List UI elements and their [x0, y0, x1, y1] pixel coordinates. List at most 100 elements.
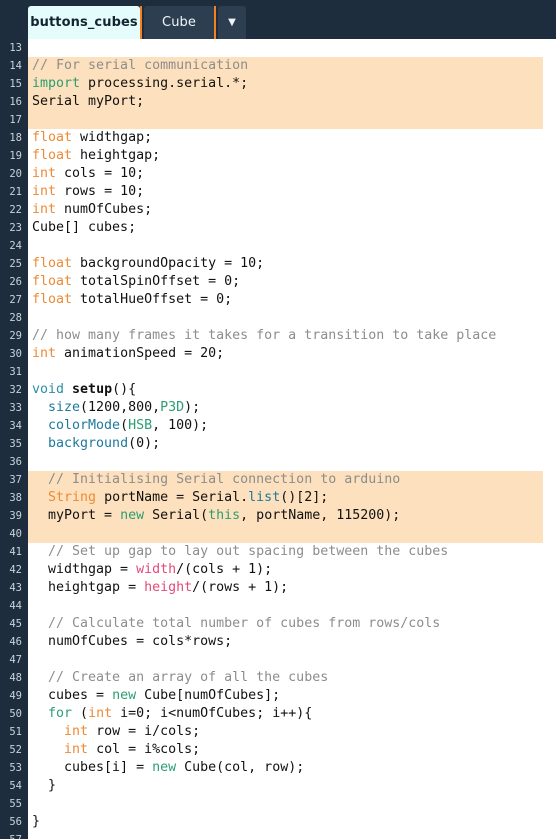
token-plain: cubes = — [32, 688, 113, 703]
code-line[interactable]: 41 // Set up gap to lay out spacing betw… — [0, 543, 556, 561]
code-text: float backgroundOpacity = 10; — [32, 255, 264, 273]
code-line[interactable]: 17 — [0, 111, 556, 129]
code-text: } — [32, 813, 40, 831]
code-line[interactable]: 45 // Calculate total number of cubes fr… — [0, 615, 556, 633]
token-com: // Calculate total number of cubes from … — [48, 616, 441, 631]
code-line[interactable]: 31 — [0, 363, 556, 381]
token-key: float — [32, 292, 73, 307]
token-key2: for — [48, 706, 73, 721]
code-line[interactable]: 24 — [0, 237, 556, 255]
token-plain: row = i/cols; — [88, 724, 201, 739]
line-number: 34 — [9, 420, 22, 432]
token-plain: , portName, 115200); — [240, 508, 401, 523]
code-line[interactable]: 35 background(0); — [0, 435, 556, 453]
code-line[interactable]: 34 colorMode(HSB, 100); — [0, 417, 556, 435]
token-plain: } — [32, 814, 41, 829]
code-line[interactable]: 19 float heightgap; — [0, 147, 556, 165]
token-key: int — [64, 724, 89, 739]
token-key2: new — [112, 688, 137, 703]
line-number: 35 — [9, 438, 22, 450]
code-line[interactable]: 26 float totalSpinOffset = 0; — [0, 273, 556, 291]
line-number: 47 — [9, 654, 22, 666]
tab-cube[interactable]: Cube — [144, 6, 214, 39]
code-text: cubes = new Cube[numOfCubes]; — [32, 687, 280, 705]
code-line[interactable]: 42 widthgap = width/(cols + 1); — [0, 561, 556, 579]
code-line[interactable]: 48 // Create an array of all the cubes — [0, 669, 556, 687]
code-text: int animationSpeed = 20; — [32, 345, 224, 363]
line-number: 56 — [9, 816, 22, 828]
line-number: 36 — [9, 456, 22, 468]
code-line[interactable]: 40 — [0, 525, 556, 543]
token-plain: totalHueOffset = 0; — [72, 292, 233, 307]
line-number: 29 — [9, 330, 22, 342]
code-line[interactable]: 27 float totalHueOffset = 0; — [0, 291, 556, 309]
code-line[interactable]: 52 int col = i%cols; — [0, 741, 556, 759]
code-line[interactable]: 32 void setup(){ — [0, 381, 556, 399]
token-key: int — [88, 706, 113, 721]
code-line[interactable]: 28 — [0, 309, 556, 327]
line-number: 22 — [9, 204, 22, 216]
code-line[interactable]: 16 Serial myPort; — [0, 93, 556, 111]
line-number: 20 — [9, 168, 22, 180]
code-line[interactable]: 54 } — [0, 777, 556, 795]
line-number: 26 — [9, 276, 22, 288]
code-line[interactable]: 50 for (int i=0; i<numOfCubes; i++){ — [0, 705, 556, 723]
code-line[interactable]: 44 — [0, 597, 556, 615]
code-line[interactable]: 13 — [0, 39, 556, 57]
line-number: 51 — [9, 726, 22, 738]
code-line[interactable]: 47 — [0, 651, 556, 669]
code-line[interactable]: 33 size(1200,800,P3D); — [0, 399, 556, 417]
code-line[interactable]: 23 Cube[] cubes; — [0, 219, 556, 237]
token-plain: i=0; i<numOfCubes; i++){ — [112, 706, 313, 721]
code-line[interactable]: 22 int numOfCubes; — [0, 201, 556, 219]
code-line[interactable]: 29 // how many frames it takes for a tran… — [0, 327, 556, 345]
line-number: 13 — [9, 42, 22, 54]
code-line[interactable]: 56} — [0, 813, 556, 831]
token-plain: totalSpinOffset = 0; — [72, 274, 241, 289]
code-line[interactable]: 36 — [0, 453, 556, 471]
code-line[interactable]: 43 heightgap = height/(rows + 1); — [0, 579, 556, 597]
code-text: heightgap = height/(rows + 1); — [32, 579, 288, 597]
code-line[interactable]: 57 — [0, 831, 556, 839]
line-highlight — [28, 525, 543, 543]
token-key2: HSB — [128, 418, 153, 433]
code-line[interactable]: 18 float widthgap; — [0, 129, 556, 147]
tab-label: Cube — [162, 15, 196, 30]
code-editor[interactable]: 13 14 // For serial communication 15 import … — [0, 39, 556, 839]
token-plain: cubes[i] = — [32, 760, 153, 775]
line-number: 16 — [9, 96, 22, 108]
line-number: 19 — [9, 150, 22, 162]
token-key: String — [48, 490, 97, 505]
code-line[interactable]: 21 int rows = 10; — [0, 183, 556, 201]
code-line[interactable]: 55 — [0, 795, 556, 813]
code-line[interactable]: 53 cubes[i] = new Cube(col, row); — [0, 759, 556, 777]
code-line[interactable]: 15 import processing.serial.*; — [0, 75, 556, 93]
tab-menu-button[interactable]: ▼ — [218, 6, 246, 39]
code-line[interactable]: 37 // Initialising Serial connection to … — [0, 471, 556, 489]
code-line[interactable]: 14 // For serial communication — [0, 57, 556, 75]
code-line[interactable]: 25 float backgroundOpacity = 10; — [0, 255, 556, 273]
code-text: // For serial communication — [32, 57, 248, 75]
token-plain: ( — [72, 706, 89, 721]
line-number: 31 — [9, 366, 22, 378]
token-plain: widthgap; — [72, 130, 153, 145]
token-fn: colorMode — [48, 418, 121, 433]
token-key2: P3D — [160, 400, 185, 415]
token-plain: Cube(col, row); — [176, 760, 305, 775]
code-line[interactable]: 38 String portName = Serial.list()[2]; — [0, 489, 556, 507]
code-line[interactable]: 51 int row = i/cols; — [0, 723, 556, 741]
token-key: int — [32, 346, 57, 361]
code-line[interactable]: 20 int cols = 10; — [0, 165, 556, 183]
token-com: // Initialising Serial connection to ard… — [48, 472, 401, 487]
code-text: size(1200,800,P3D); — [32, 399, 200, 417]
code-line[interactable]: 46 numOfCubes = cols*rows; — [0, 633, 556, 651]
code-line[interactable]: 39 myPort = new Serial(this, portName, 1… — [0, 507, 556, 525]
line-number: 18 — [9, 132, 22, 144]
code-line[interactable]: 30 int animationSpeed = 20; — [0, 345, 556, 363]
code-line[interactable]: 49 cubes = new Cube[numOfCubes]; — [0, 687, 556, 705]
tab-buttons-cubes[interactable]: buttons_cubes — [28, 6, 140, 39]
code-text: colorMode(HSB, 100); — [32, 417, 208, 435]
token-plain: cols = 10; — [56, 166, 145, 181]
